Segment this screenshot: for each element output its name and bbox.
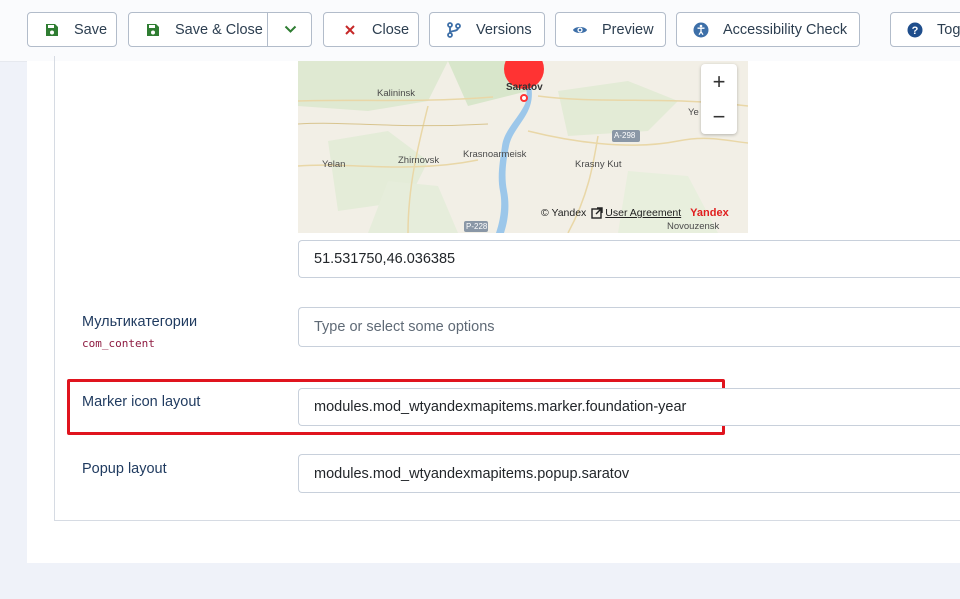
save-label: Save [74,21,108,38]
popup-layout-input[interactable]: modules.mod_wtyandexmapitems.popup.sarat… [298,454,960,493]
map-city-zhirnovsk: Zhirnovsk [398,155,440,166]
popup-layout-label: Popup layout [82,461,167,477]
zoom-in-button[interactable]: + [701,64,737,99]
chevron-down-icon [284,25,297,34]
map-copyright: © Yandex User Agreement Yandex [541,207,729,219]
map-city-ye: Ye [688,107,699,118]
save-close-label[interactable]: Save & Close [175,22,263,38]
close-button[interactable]: Close [323,12,419,47]
save-button[interactable]: Save [27,12,117,47]
map-road-p228: P-228 [466,222,488,231]
save-close-button-group: Save & Close [128,12,312,47]
save-icon [44,22,60,38]
accessibility-check-button[interactable]: Accessibility Check [676,12,860,47]
svg-text:?: ? [912,25,919,37]
marker-layout-input[interactable]: modules.mod_wtyandexmapitems.marker.foun… [298,388,960,426]
map-city-kalininsk: Kalininsk [377,88,416,99]
map-zoom-control: + − [701,64,737,134]
versions-label: Versions [476,21,532,38]
accessibility-icon [693,22,709,38]
multicategory-select[interactable]: Type or select some options [298,307,960,347]
map-user-agreement-link[interactable]: User Agreement [605,207,681,219]
content-card: Saratov Kalininsk Yelan Zhirnovsk Krasno… [27,56,960,563]
preview-label: Preview [602,21,654,38]
map[interactable]: Saratov Kalininsk Yelan Zhirnovsk Krasno… [298,61,748,233]
versions-button[interactable]: Versions [429,12,545,47]
zoom-out-button[interactable]: − [701,99,737,134]
toggle-button[interactable]: ? Toggle [890,12,960,47]
preview-button[interactable]: Preview [555,12,666,47]
close-label: Close [372,21,410,38]
yandex-logo: Yandex [690,207,729,219]
map-copyright-text: © Yandex [541,207,587,219]
map-city-krasnoarmeisk: Krasnoarmeisk [463,149,527,160]
multicategory-label: Мультикатегории [82,314,198,330]
question-icon: ? [907,22,923,38]
save-close-dropdown-toggle[interactable] [267,13,311,46]
map-city-novouzensk: Novouzensk [667,221,720,232]
multicategory-sublabel: com_content [82,337,155,350]
eye-icon [572,22,588,38]
close-icon [342,22,358,38]
coordinates-input[interactable]: 51.531750,46.036385 [298,240,960,278]
external-link-icon [591,207,603,219]
map-city-saratov: Saratov [506,82,543,93]
map-road-a298: A-298 [614,131,636,140]
toggle-label: Toggle [937,21,960,38]
map-city-yelan: Yelan [322,159,346,170]
accessibility-label: Accessibility Check [723,21,848,38]
map-city-krasny-kut: Krasny Kut [575,159,622,170]
marker-layout-label: Marker icon layout [82,394,201,410]
toolbar: Save Save & Close Close Versions Preview [0,0,960,62]
save-icon [145,22,161,38]
code-branch-icon [446,21,462,38]
